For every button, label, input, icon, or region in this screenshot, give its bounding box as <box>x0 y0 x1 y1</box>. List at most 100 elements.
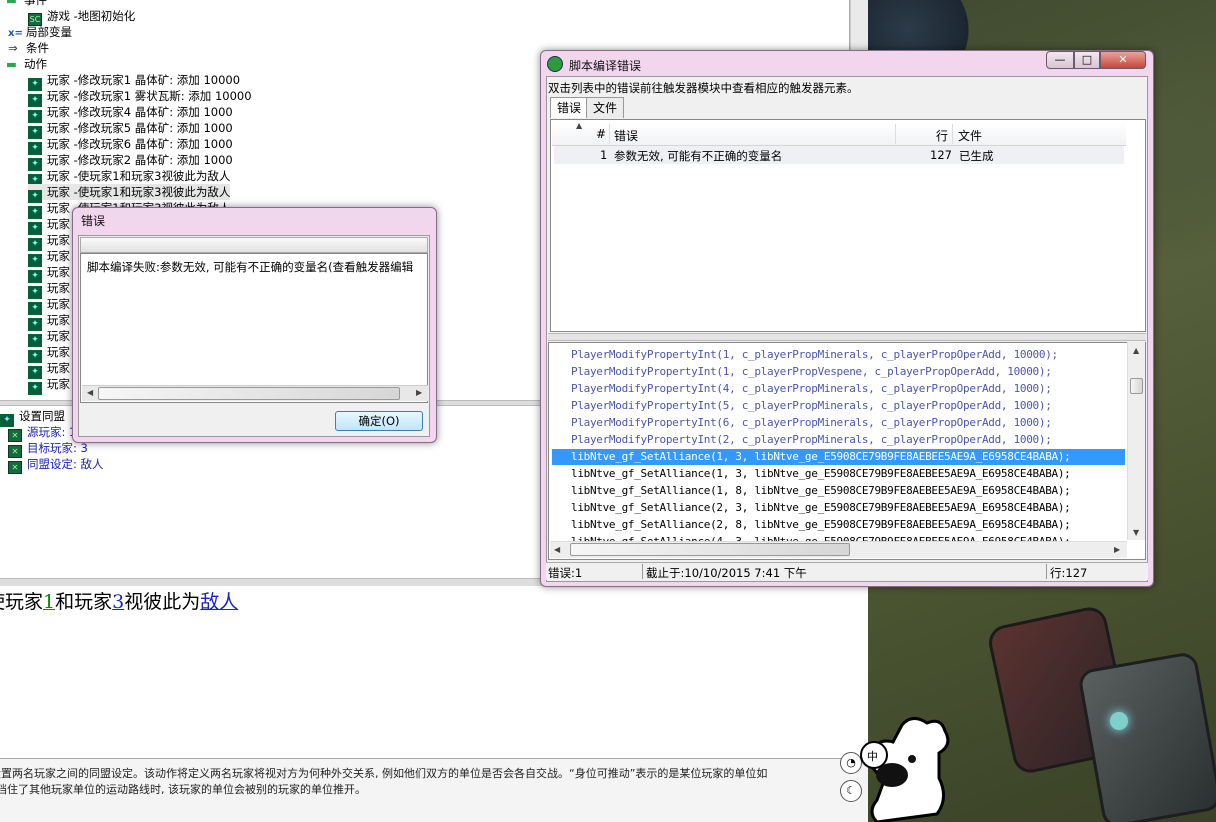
action-sentence: 使玩家1和玩家3视彼此为敌人 <box>0 590 238 614</box>
folder-icon: ▬ <box>6 0 17 7</box>
code-line[interactable]: PlayerModifyPropertyInt(2, c_playerPropM… <box>571 432 1052 448</box>
code-line[interactable]: libNtve_gf_SetAlliance(2, 3, libNtve_ge_… <box>571 500 1071 516</box>
column-header-file[interactable]: 文件 <box>958 127 982 144</box>
scroll-up-arrow[interactable]: ▲ <box>1133 346 1139 355</box>
minimize-button[interactable]: — <box>1046 51 1074 69</box>
tree-row-label: 玩家 <box>47 345 70 359</box>
code-line[interactable]: PlayerModifyPropertyInt(4, c_playerPropM… <box>571 381 1052 397</box>
target-player-link[interactable]: 3 <box>112 591 124 613</box>
close-button[interactable]: ✕ <box>1100 51 1146 69</box>
ime-mascot-dog[interactable]: 中 <box>842 715 972 822</box>
code-hscrollbar[interactable]: ◀ ▶ <box>550 541 1127 558</box>
tree-row-label: 动作 <box>24 57 47 71</box>
tree-row[interactable]: ▬ 动作 <box>6 56 47 72</box>
tree-row[interactable]: ✦ 玩家 <box>28 264 70 283</box>
sentence-text: 视彼此为 <box>124 591 201 613</box>
subtree-item-source[interactable]: ✕ 源玩家: 1 <box>8 424 76 442</box>
subtree-item-alliance[interactable]: ✕ 同盟设定: 敌人 <box>8 456 104 474</box>
scroll-right-arrow[interactable]: ▶ <box>1114 545 1120 554</box>
tree-row[interactable]: ✦玩家 -使玩家1和玩家3视彼此为敌人 <box>28 168 231 187</box>
tab-files-label: 文件 <box>593 101 618 115</box>
scroll-thumb[interactable] <box>98 387 400 400</box>
code-line[interactable]: libNtve_gf_SetAlliance(2, 8, libNtve_ge_… <box>571 517 1071 533</box>
tree-row[interactable]: ✦ 玩家 <box>28 248 70 267</box>
tree-row[interactable]: ✦ 玩家 -修改玩家2 晶体矿: 添加 1000 <box>28 152 233 171</box>
tree-row[interactable]: ✦ 玩家 <box>28 232 70 251</box>
tree-row-label: 游戏 -地图初始化 <box>47 9 136 23</box>
tree-row-label: 玩家 <box>47 329 70 343</box>
scroll-down-arrow[interactable]: ▼ <box>1133 528 1139 537</box>
code-line[interactable]: libNtve_gf_SetAlliance(1, 3, libNtve_ge_… <box>571 466 1071 482</box>
tree-row[interactable]: ⇒ 条件 <box>8 40 49 56</box>
scroll-left-arrow[interactable]: ◀ <box>87 388 93 397</box>
error-message-text: 脚本编译失败:参数无效, 可能有不正确的变量名(查看触发器编辑 <box>87 260 414 274</box>
code-line[interactable]: PlayerModifyPropertyInt(1, c_playerPropM… <box>571 347 1058 363</box>
column-divider <box>952 124 953 144</box>
tree-row[interactable]: ✦ 玩家 <box>28 360 70 379</box>
code-line[interactable]: libNtve_gf_SetAlliance(1, 3, libNtve_ge_… <box>552 449 1125 465</box>
tree-row-label: 玩家 -使玩家1和玩家3视彼此为敌人 <box>47 185 231 199</box>
error-row-num: 1 <box>600 148 608 162</box>
column-header-num[interactable]: # <box>596 127 606 141</box>
tree-row[interactable]: ✦ 玩家 <box>28 312 70 331</box>
tree-row[interactable]: SC 游戏 -地图初始化 <box>28 8 136 26</box>
tree-row[interactable]: ✦ 玩家 <box>28 376 70 395</box>
tree-row[interactable]: ✦ 玩家 -修改玩家1 雾状瓦斯: 添加 10000 <box>28 88 252 107</box>
tab-files[interactable]: 文件 <box>586 97 625 118</box>
tree-row-label: 局部变量 <box>26 25 72 39</box>
error-message-hscrollbar[interactable]: ◀ ▶ <box>82 385 428 401</box>
ok-button[interactable]: 确定(O) <box>335 411 423 431</box>
tree-row[interactable]: ✦ 玩家 <box>28 344 70 363</box>
tree-row-label: 玩家 -修改玩家2 晶体矿: 添加 1000 <box>47 153 233 167</box>
action-icon: ✦ <box>28 382 42 395</box>
error-row-file: 已生成 <box>959 149 994 163</box>
code-vscrollbar[interactable]: ▲ ▼ <box>1127 342 1145 540</box>
tree-row[interactable]: ✦玩家 -使玩家1和玩家3视彼此为敌人 <box>28 184 231 203</box>
error-row-message: 参数无效, 可能有不正确的变量名 <box>614 149 783 163</box>
tree-row[interactable]: ✦ 玩家 -修改玩家4 晶体矿: 添加 1000 <box>28 104 233 123</box>
source-player-link[interactable]: 1 <box>43 591 55 613</box>
script-code-view[interactable]: PlayerModifyPropertyInt(1, c_playerPropM… <box>548 342 1146 560</box>
tree-row-label: 玩家 <box>47 265 70 279</box>
code-line[interactable]: PlayerModifyPropertyInt(5, c_playerPropM… <box>571 398 1052 414</box>
maximize-button[interactable]: □ <box>1074 51 1100 69</box>
tree-row-label: 玩家 -修改玩家4 晶体矿: 添加 1000 <box>47 105 233 119</box>
alliance-setting-link[interactable]: 敌人 <box>200 591 238 613</box>
pane-splitter[interactable] <box>548 333 1146 341</box>
tree-row-label: 玩家 -修改玩家1 晶体矿: 添加 10000 <box>47 73 241 87</box>
tree-row[interactable]: ✦ 玩家 -修改玩家5 晶体矿: 添加 1000 <box>28 120 233 139</box>
tree-row[interactable]: ✦ 玩家 <box>28 296 70 315</box>
tree-row[interactable]: ✦ 玩家 <box>28 216 70 235</box>
tree-row-label: 玩家 -修改玩家5 晶体矿: 添加 1000 <box>47 121 233 135</box>
status-line: 行:127 <box>1050 566 1088 580</box>
code-line[interactable]: libNtve_gf_SetAlliance(1, 8, libNtve_ge_… <box>571 483 1071 499</box>
compile-window-title: 脚本编译错误 <box>569 59 642 73</box>
status-divider <box>642 564 643 579</box>
tree-row[interactable]: ▬ 事件 <box>6 0 47 8</box>
error-message-box[interactable]: 脚本编译失败:参数无效, 可能有不正确的变量名(查看触发器编辑 <box>80 253 428 403</box>
subtree-root[interactable]: ✦ 设置同盟 <box>0 408 65 427</box>
tab-errors-label: 错误 <box>557 101 582 115</box>
scroll-thumb[interactable] <box>570 543 850 556</box>
tree-row-label: 玩家 <box>47 361 70 375</box>
scroll-right-arrow[interactable]: ▶ <box>416 388 422 397</box>
tree-row[interactable]: x= 局部变量 <box>8 24 72 40</box>
scroll-left-arrow[interactable]: ◀ <box>554 545 560 554</box>
column-header-line[interactable]: 行 <box>936 127 948 144</box>
tree-row[interactable]: ✦ 玩家 -修改玩家6 晶体矿: 添加 1000 <box>28 136 233 155</box>
tree-row[interactable]: ✦ 玩家 <box>28 280 70 299</box>
scroll-thumb[interactable] <box>1130 378 1143 394</box>
tree-row-label: 玩家 <box>47 217 70 231</box>
subtree-item-label: 目标玩家: 3 <box>27 441 88 455</box>
column-header-error[interactable]: 错误 <box>614 127 638 144</box>
code-line[interactable]: PlayerModifyPropertyInt(6, c_playerPropM… <box>571 415 1052 431</box>
tree-row[interactable]: ✦ 玩家 <box>28 328 70 347</box>
error-row[interactable]: 1 参数无效, 可能有不正确的变量名 127 已生成 <box>554 146 1124 164</box>
code-line[interactable]: PlayerModifyPropertyInt(1, c_playerPropV… <box>571 364 1052 380</box>
tree-row[interactable]: ✦ 玩家 -修改玩家1 晶体矿: 添加 10000 <box>28 72 241 91</box>
error-dialog-title: 错误 <box>81 214 106 228</box>
tree-row-label: 玩家 <box>47 297 70 311</box>
tab-errors[interactable]: 错误 <box>550 97 589 118</box>
tree-row-label: 玩家 -使玩家1和玩家3视彼此为敌人 <box>47 169 231 183</box>
status-bar: 错误:1 截止于:10/10/2015 7:41 下午 行:127 <box>546 562 1148 580</box>
